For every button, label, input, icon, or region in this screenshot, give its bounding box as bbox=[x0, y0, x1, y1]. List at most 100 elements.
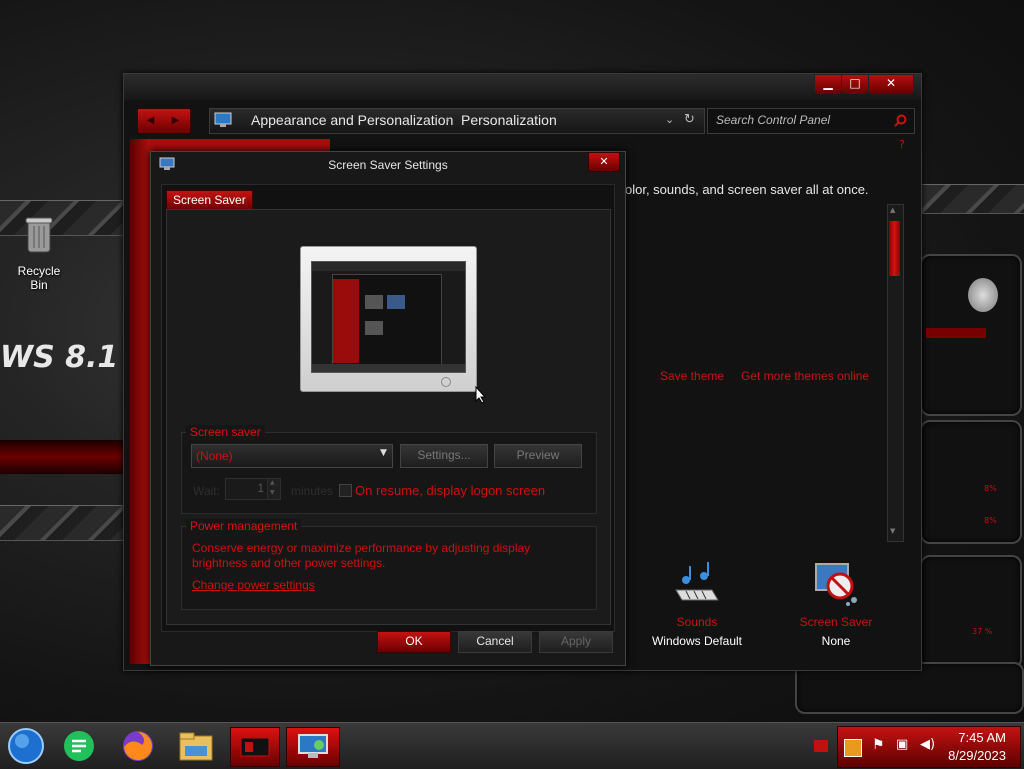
breadcrumb-personalization[interactable]: Personalization bbox=[461, 112, 557, 128]
preview-thumb-1 bbox=[365, 295, 383, 309]
gauge-reading-2: 8% bbox=[984, 516, 997, 525]
control-panel-icon bbox=[298, 734, 328, 758]
screen-saver-item[interactable]: Screen Saver None bbox=[786, 556, 886, 651]
show-hidden-icons-icon[interactable] bbox=[814, 740, 828, 752]
clock-time[interactable]: 7:45 AM bbox=[938, 730, 1006, 745]
preview-sidebar bbox=[333, 279, 359, 363]
power-description: Conserve energy or maximize performance … bbox=[192, 541, 531, 570]
system-tray: ⚑ ▣ ◀) 7:45 AM 8/29/2023 bbox=[837, 726, 1021, 768]
breadcrumb-appearance[interactable]: Appearance and Personalization bbox=[251, 112, 453, 128]
screen-saver-selected: (None) bbox=[196, 449, 233, 463]
start-orb-icon bbox=[8, 728, 44, 764]
firefox-icon bbox=[123, 731, 153, 761]
recycle-bin-label: Recycle Bin bbox=[17, 264, 61, 292]
scrollbar-thumb[interactable] bbox=[889, 221, 900, 276]
alien-logo-icon bbox=[968, 278, 998, 312]
dialog-close-button[interactable]: ✕ bbox=[588, 152, 620, 172]
wait-value: 1 bbox=[257, 481, 264, 495]
personalization-intro-text: olor, sounds, and screen saver all at on… bbox=[625, 182, 869, 197]
resume-logon-checkbox[interactable] bbox=[339, 484, 352, 497]
desktop-icon-recycle-bin[interactable]: Recycle Bin bbox=[8, 216, 70, 292]
search-input[interactable]: Search Control Panel bbox=[707, 108, 915, 134]
preview-thumb-3 bbox=[365, 321, 383, 335]
themes-scrollbar[interactable]: ▲ ▼ bbox=[887, 204, 904, 542]
sounds-icon bbox=[675, 562, 719, 601]
forward-arrow-icon[interactable]: ▶ bbox=[163, 109, 188, 133]
search-icon[interactable] bbox=[894, 114, 907, 127]
monitor-power-icon bbox=[441, 377, 451, 387]
preview-button[interactable]: Preview bbox=[494, 444, 582, 468]
ok-button[interactable]: OK bbox=[377, 631, 451, 653]
taskbar-file-explorer[interactable] bbox=[176, 727, 216, 765]
taskbar-firefox[interactable] bbox=[118, 727, 158, 765]
sounds-value: Windows Default bbox=[651, 634, 743, 648]
taskbar: ⚑ ▣ ◀) 7:45 AM 8/29/2023 bbox=[0, 722, 1024, 769]
wallpaper-red-band bbox=[0, 440, 125, 474]
screen-saver-icon bbox=[815, 563, 857, 606]
save-theme-link[interactable]: Save theme bbox=[660, 369, 724, 383]
close-button[interactable]: ✕ bbox=[868, 74, 914, 94]
monitor-preview bbox=[300, 246, 477, 392]
alienware-app-icon bbox=[240, 737, 270, 757]
wait-minutes-input[interactable]: 1 bbox=[225, 478, 269, 500]
tray-app-icon[interactable] bbox=[844, 739, 862, 757]
window-titlebar[interactable] bbox=[124, 74, 921, 100]
control-panel-icon bbox=[214, 112, 232, 127]
screen-saver-select[interactable]: (None) ▼ bbox=[191, 444, 393, 468]
tab-screen-saver[interactable]: Screen Saver bbox=[166, 190, 253, 211]
wallpaper-hud-panel bbox=[920, 254, 1022, 416]
help-icon[interactable]: ? bbox=[899, 138, 905, 151]
chevron-down-icon[interactable]: ⌄ bbox=[665, 113, 674, 126]
back-arrow-icon[interactable]: ◀ bbox=[138, 109, 163, 133]
power-management-group-label: Power management bbox=[186, 519, 302, 533]
spinner-down-icon[interactable]: ▼ bbox=[270, 489, 275, 496]
taskbar-notes-app[interactable] bbox=[60, 727, 100, 765]
preview-thumb-2 bbox=[387, 295, 405, 309]
screen-saver-dialog: Screen Saver Settings ✕ Screen Saver Scr… bbox=[150, 151, 626, 666]
settings-button[interactable]: Settings... bbox=[400, 444, 488, 468]
network-icon[interactable]: ▣ bbox=[896, 737, 908, 752]
minimize-button[interactable]: ▁ bbox=[814, 74, 842, 94]
start-button[interactable] bbox=[6, 727, 46, 765]
dialog-title: Screen Saver Settings bbox=[328, 158, 448, 172]
preview-screen bbox=[311, 261, 466, 373]
left-nav-header bbox=[150, 139, 330, 151]
refresh-icon[interactable]: ↻ bbox=[684, 112, 695, 127]
folder-icon bbox=[179, 732, 213, 761]
taskbar-control-panel[interactable] bbox=[286, 727, 340, 767]
chevron-down-icon: ▼ bbox=[380, 448, 387, 458]
search-placeholder: Search Control Panel bbox=[716, 113, 831, 127]
wallpaper-steel-band-bottom bbox=[0, 505, 125, 541]
screen-saver-label: Screen Saver bbox=[799, 615, 873, 629]
volume-icon[interactable]: ◀) bbox=[920, 737, 935, 752]
hud-bar bbox=[926, 328, 986, 338]
scroll-down-icon[interactable]: ▼ bbox=[890, 527, 895, 535]
address-bar[interactable]: Appearance and Personalization › Persona… bbox=[209, 108, 705, 134]
cancel-button[interactable]: Cancel bbox=[458, 631, 532, 653]
wallpaper-hud-panel-lower: 37 % bbox=[920, 555, 1022, 669]
scroll-up-icon[interactable]: ▲ bbox=[890, 206, 895, 214]
recycle-bin-icon bbox=[25, 217, 53, 253]
maximize-button[interactable]: □ bbox=[841, 74, 869, 94]
change-power-settings-link[interactable]: Change power settings bbox=[192, 578, 315, 592]
screen-saver-value: None bbox=[821, 634, 851, 648]
breadcrumb-separator-icon: › bbox=[446, 115, 450, 126]
left-nav-strip bbox=[130, 139, 150, 664]
nav-buttons: ◀ ▶ bbox=[137, 108, 191, 134]
gauge-reading-3: 37 % bbox=[972, 627, 993, 636]
sounds-item[interactable]: Sounds Windows Default bbox=[642, 556, 752, 651]
minutes-label: minutes bbox=[291, 484, 334, 498]
wait-label: Wait: bbox=[193, 484, 220, 498]
screen-saver-group-label: Screen saver bbox=[186, 425, 265, 439]
action-center-flag-icon[interactable]: ⚑ bbox=[872, 737, 885, 753]
get-more-themes-link[interactable]: Get more themes online bbox=[741, 369, 869, 383]
spinner-up-icon[interactable]: ▲ bbox=[270, 479, 275, 486]
taskbar-alienware-app[interactable] bbox=[230, 727, 280, 767]
wait-spinner[interactable]: ▲ ▼ bbox=[267, 478, 281, 500]
clock-date[interactable]: 8/29/2023 bbox=[938, 748, 1006, 763]
wallpaper-steel-band-right bbox=[920, 184, 1024, 214]
gauge-reading-1: 8% bbox=[984, 484, 997, 493]
resume-logon-label[interactable]: On resume, display logon screen bbox=[355, 483, 545, 498]
preview-titlebar bbox=[312, 262, 465, 271]
apply-button[interactable]: Apply bbox=[539, 631, 613, 653]
